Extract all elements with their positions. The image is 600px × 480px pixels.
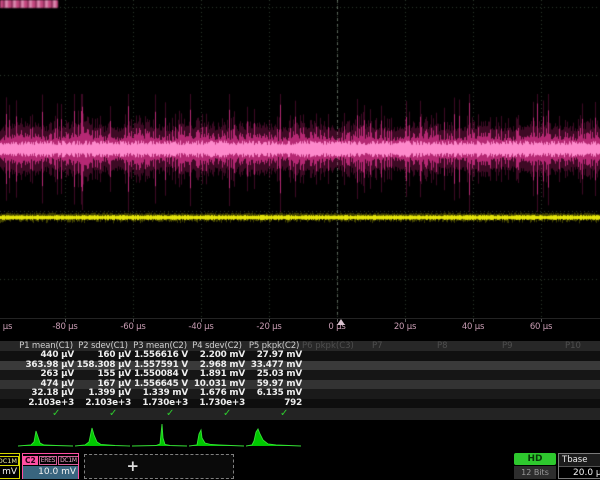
waveform-display[interactable] (0, 0, 600, 318)
param-header-inactive[interactable]: P7 (372, 341, 383, 351)
status-check-icon: ✓ (223, 408, 231, 420)
c2-coupling-badge: DC1M (58, 456, 78, 465)
cropped-top-label (0, 0, 58, 8)
c2-eres-badge: ERES (39, 456, 57, 465)
histicon-p5 (246, 422, 302, 450)
hd-badge: HD (514, 453, 556, 465)
tbase-label: Tbase (559, 454, 600, 467)
tbase-value: 20.0 µs (559, 467, 600, 480)
bottom-toolbar: DC1M 10.0 mV C2ERESDC1M 10.0 mV + HD 12 … (0, 451, 600, 480)
measure-value-P4: 1.730e+3 (189, 399, 245, 409)
histicon-p1 (18, 422, 74, 450)
c2-channel-badge: C2 (23, 456, 38, 465)
param-header-inactive[interactable]: P9 (502, 341, 513, 351)
c1-volts-per-div: 10.0 mV (0, 466, 19, 479)
time-axis-label: -40 µs (188, 322, 213, 332)
histicon-p3 (132, 422, 188, 450)
hd-bits-label: 12 Bits (514, 466, 556, 479)
time-axis-label: 40 µs (462, 322, 484, 332)
time-axis-label: -60 µs (120, 322, 145, 332)
param-header-inactive[interactable]: P10 (565, 341, 581, 351)
histicon-p4 (189, 422, 245, 450)
time-axis-label: 60 µs (530, 322, 552, 332)
measure-value-P1: 2.103e+3 (18, 399, 74, 409)
channel-descriptor-c1[interactable]: DC1M 10.0 mV (0, 453, 20, 479)
add-trace-button[interactable]: + (84, 454, 234, 479)
status-check-icon: ✓ (52, 408, 60, 420)
measure-table: P1 mean(C1)440 µV363.98 µV263 µV474 µV32… (0, 341, 600, 420)
c1-coupling-badge: DC1M (0, 456, 19, 466)
hd-mode-indicator[interactable]: HD 12 Bits (514, 453, 556, 479)
timebase-descriptor[interactable]: Tbase 20.0 µs (558, 453, 600, 479)
plus-icon: + (126, 457, 139, 475)
measure-value-P3: 1.730e+3 (132, 399, 188, 409)
measure-value-P5: 792 (246, 399, 302, 409)
status-check-icon: ✓ (109, 408, 117, 420)
histicon-p2 (75, 422, 131, 450)
table-row-band (0, 408, 600, 420)
oscilloscope-screen: -100 µs-80 µs-60 µs-40 µs-20 µs0 µs20 µs… (0, 0, 600, 480)
param-header-inactive[interactable]: P6 pkpk(C3) (302, 341, 354, 351)
status-check-icon: ✓ (280, 408, 288, 420)
time-axis: -100 µs-80 µs-60 µs-40 µs-20 µs0 µs20 µs… (0, 318, 600, 335)
time-axis-label: -80 µs (52, 322, 77, 332)
status-check-icon: ✓ (166, 408, 174, 420)
time-axis-label: 20 µs (394, 322, 416, 332)
histicon-row (0, 422, 600, 451)
c2-volts-per-div: 10.0 mV (23, 466, 78, 479)
param-header-inactive[interactable]: P8 (437, 341, 448, 351)
channel-descriptor-c2[interactable]: C2ERESDC1M 10.0 mV (22, 453, 79, 479)
trigger-time-marker-icon[interactable] (337, 319, 345, 325)
measure-value-P2: 2.103e+3 (75, 399, 131, 409)
time-axis-label: -20 µs (256, 322, 281, 332)
time-axis-label: -100 µs (0, 322, 12, 332)
